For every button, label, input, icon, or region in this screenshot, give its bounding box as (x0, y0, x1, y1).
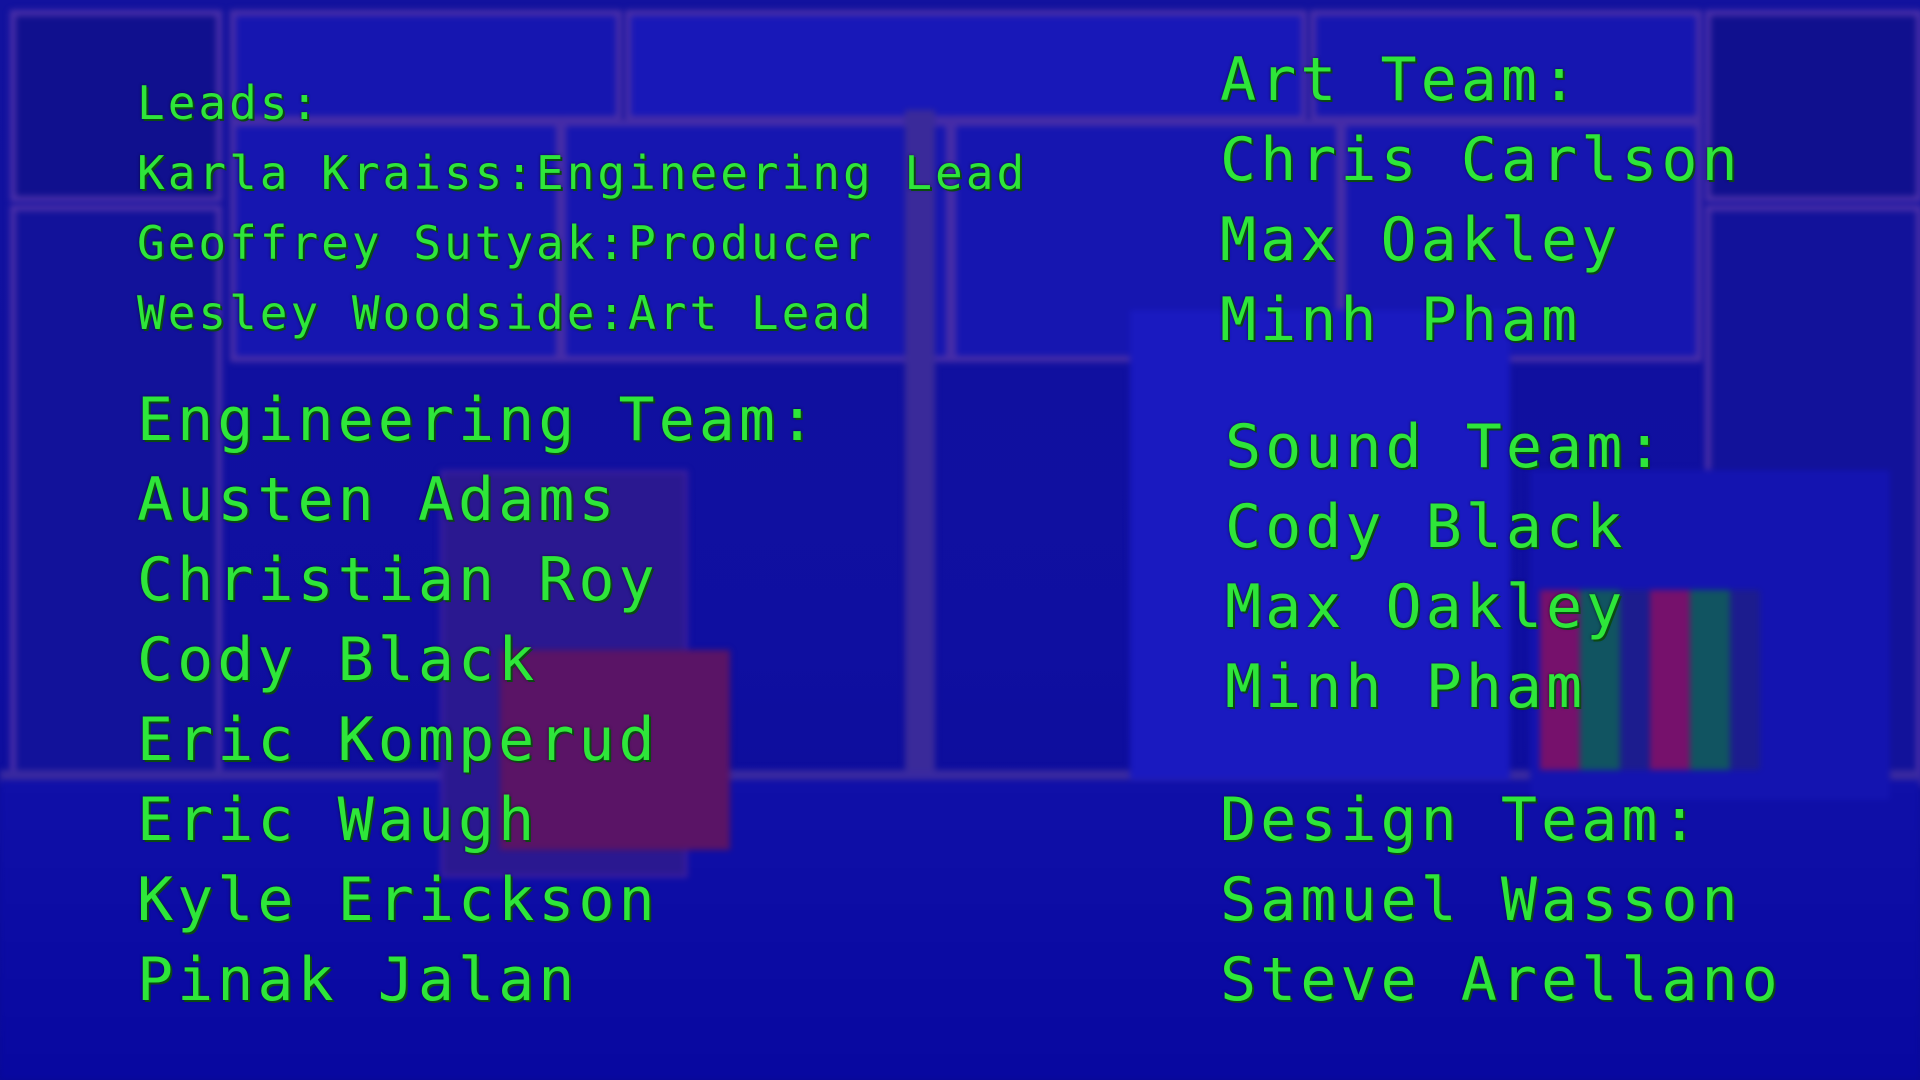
leads-heading: Leads: (137, 76, 322, 130)
design-member: Samuel Wasson (1220, 865, 1742, 935)
sound-member: Minh Pham (1225, 652, 1587, 722)
art-member: Max Oakley (1220, 205, 1622, 275)
engineering-member: Eric Komperud (137, 705, 659, 775)
lead-credit: Karla Kraiss:Engineering Lead (137, 146, 1028, 200)
engineering-member: Christian Roy (137, 545, 659, 615)
art-member: Minh Pham (1220, 285, 1582, 355)
lead-credit: Geoffrey Sutyak:Producer (137, 216, 874, 270)
credits-screen: Leads: Karla Kraiss:Engineering Lead Geo… (0, 0, 1920, 1080)
credits-text: Leads: Karla Kraiss:Engineering Lead Geo… (0, 0, 1920, 1080)
sound-member: Cody Black (1225, 492, 1627, 562)
engineering-member: Austen Adams (137, 465, 619, 535)
design-member: Steve Arellano (1220, 945, 1782, 1015)
engineering-heading: Engineering Team: (137, 385, 820, 455)
sound-member: Max Oakley (1225, 572, 1627, 642)
lead-credit: Wesley Woodside:Art Lead (137, 286, 874, 340)
sound-heading: Sound Team: (1225, 412, 1667, 482)
art-member: Chris Carlson (1220, 125, 1742, 195)
engineering-member: Cody Black (137, 625, 539, 695)
engineering-member: Eric Waugh (137, 785, 539, 855)
design-heading: Design Team: (1220, 785, 1702, 855)
engineering-member: Pinak Jalan (137, 945, 579, 1015)
art-heading: Art Team: (1220, 45, 1582, 115)
engineering-member: Kyle Erickson (137, 865, 659, 935)
